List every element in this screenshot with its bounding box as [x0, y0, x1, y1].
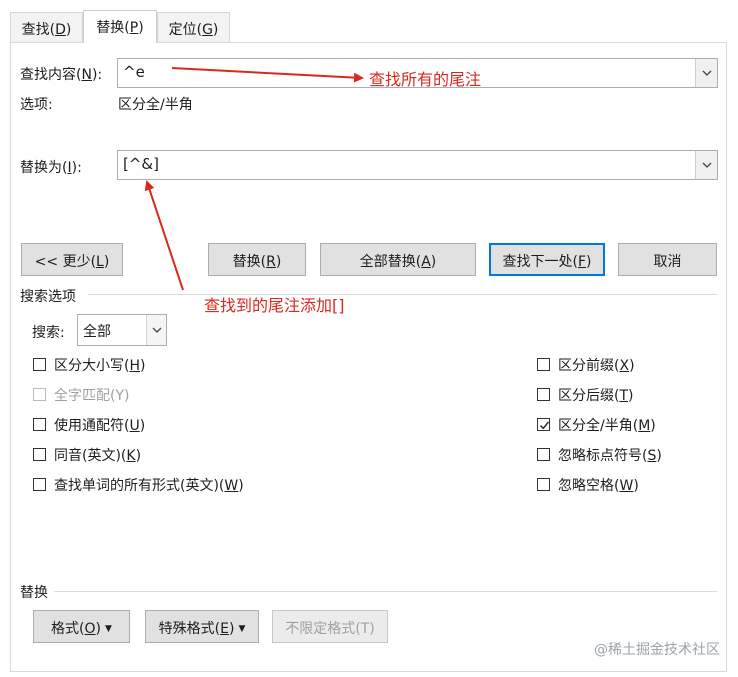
replace-label: 替换为(I):: [20, 160, 82, 176]
checkbox-box[interactable]: [537, 358, 550, 371]
tab-goto[interactable]: 定位(G): [157, 12, 230, 43]
tab-find-close: ): [65, 22, 72, 38]
replace-input[interactable]: [^&]: [117, 150, 718, 180]
format-button[interactable]: 格式(O) ▼: [33, 610, 130, 643]
search-options-title: 搜索选项: [20, 289, 76, 305]
caret-down-icon: ▼: [105, 624, 112, 634]
special-format-button[interactable]: 特殊格式(E) ▼: [145, 610, 259, 643]
find-dropdown-button[interactable]: [695, 59, 717, 87]
checkmark-icon: [539, 421, 550, 430]
find-annotation: 查找所有的尾注: [369, 70, 482, 89]
replace-dropdown-button[interactable]: [695, 151, 717, 179]
checkbox-box[interactable]: [537, 478, 550, 491]
find-label: 查找内容(N):: [20, 67, 103, 83]
options-value: 区分全/半角: [118, 97, 193, 113]
search-options-divider: [88, 294, 717, 295]
replace-section-title: 替换: [20, 585, 48, 601]
replace-button[interactable]: 替换(R): [208, 243, 306, 276]
tab-find-label: 查找(: [21, 22, 56, 38]
options-label: 选项:: [20, 97, 53, 113]
find-next-button[interactable]: 查找下一处(F): [489, 243, 605, 276]
tab-replace-close: ): [138, 20, 144, 36]
tab-replace-key: P: [129, 20, 139, 36]
search-direction-dropdown[interactable]: [146, 315, 166, 345]
cancel-button[interactable]: 取消: [618, 243, 717, 276]
replace-annotation: 查找到的尾注添加[]: [204, 296, 345, 315]
tab-goto-key: G: [202, 22, 213, 38]
tab-goto-label: 定位(: [168, 22, 203, 38]
search-direction-value: 全部: [83, 324, 111, 340]
less-button[interactable]: << 更少(L): [21, 243, 123, 276]
search-direction-label: 搜索:: [32, 325, 65, 341]
search-direction-select[interactable]: 全部: [77, 314, 167, 346]
find-input-value: ^e: [123, 63, 145, 81]
tab-find-key: D: [55, 22, 66, 38]
replace-all-button[interactable]: 全部替换(A): [320, 243, 476, 276]
replace-input-value: [^&]: [123, 155, 159, 173]
checkbox-box[interactable]: [537, 418, 550, 431]
checkbox-box[interactable]: [33, 478, 46, 491]
checkbox-box: [33, 388, 46, 401]
checkbox-box[interactable]: [537, 388, 550, 401]
chevron-down-icon: [702, 162, 712, 168]
checkbox-box[interactable]: [33, 358, 46, 371]
tab-goto-close: ): [212, 22, 219, 38]
tab-replace-label: 替换(: [96, 20, 130, 36]
tab-replace[interactable]: 替换(P): [83, 10, 157, 43]
watermark: @稀土掘金技术社区: [594, 642, 720, 658]
replace-section-divider: [54, 591, 717, 592]
no-formatting-button: 不限定格式(T): [272, 610, 388, 643]
chevron-down-icon: [702, 70, 712, 76]
checkbox-box[interactable]: [33, 448, 46, 461]
caret-down-icon: ▼: [238, 624, 246, 634]
tab-find[interactable]: 查找(D): [10, 12, 83, 43]
chevron-down-icon: [152, 327, 162, 333]
checkbox-box[interactable]: [33, 418, 46, 431]
checkbox-box[interactable]: [537, 448, 550, 461]
